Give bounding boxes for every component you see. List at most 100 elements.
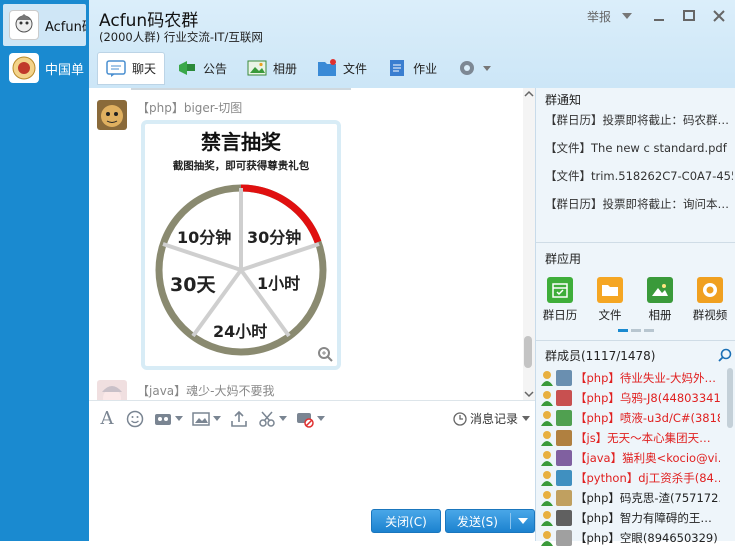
avatar [556, 450, 572, 466]
settings-menu[interactable] [449, 52, 499, 84]
scroll-up-icon[interactable] [524, 88, 534, 102]
zoom-icon[interactable] [317, 346, 333, 365]
tab-file[interactable]: 文件 [309, 52, 375, 84]
notice-item[interactable]: 【群日历】投票即将截止：码农群… [545, 112, 733, 128]
tab-homework[interactable]: 作业 [379, 52, 445, 84]
app-video[interactable]: 群视频 [690, 277, 730, 323]
emoji-icon[interactable] [125, 409, 145, 429]
member-item[interactable]: 【java】猫利奥<kocio@vi… [540, 448, 720, 468]
app-album[interactable]: 相册 [640, 277, 680, 323]
chevron-down-icon[interactable] [175, 416, 183, 421]
scroll-thumb[interactable] [524, 336, 532, 368]
chevron-down-icon[interactable] [213, 416, 221, 421]
search-icon[interactable] [718, 348, 732, 365]
lottery-image[interactable]: 禁言抽奖 截图抽奖，即可获得尊贵礼包 10分钟 30分钟 30天 1小时 24小… [141, 120, 341, 370]
avatar [9, 53, 39, 83]
session-item-label: 中国单 [45, 62, 85, 78]
session-item-china[interactable]: 中国单 [3, 47, 86, 89]
member-item[interactable]: 【php】智力有障碍的王… [540, 508, 720, 528]
send-label: 发送(S) [457, 514, 498, 529]
session-item-acfun[interactable]: Acfun码 [3, 4, 86, 46]
avatar[interactable] [97, 100, 127, 130]
notice-item[interactable]: 【文件】trim.518262C7-C0A7-455D-… [545, 168, 733, 184]
send-button[interactable]: 发送(S) [445, 509, 535, 533]
scissors-icon[interactable] [257, 409, 277, 429]
member-item[interactable]: 【php】空眼(894650329) [540, 528, 720, 548]
message-history-button[interactable]: 消息记录 [453, 410, 531, 427]
user-status-icon [540, 370, 554, 386]
tab-label: 作业 [413, 61, 438, 76]
avatar [556, 410, 572, 426]
user-status-icon [540, 450, 554, 466]
tab-chat[interactable]: 聊天 [97, 52, 166, 85]
homework-icon [387, 59, 407, 77]
compose-toolbar: A 消息记录 [89, 400, 535, 436]
members-title: 群成员(1117/1478) [545, 348, 656, 363]
chevron-down-icon[interactable] [518, 518, 528, 524]
notice-item[interactable]: 【文件】The new c standard.pdf [545, 140, 733, 156]
chat-scrollbar[interactable] [523, 88, 535, 400]
member-item[interactable]: 【js】无天～本心集团天… [540, 428, 720, 448]
chevron-down-icon[interactable] [317, 416, 325, 421]
clock-icon [453, 411, 467, 426]
app-files[interactable]: 文件 [590, 277, 630, 323]
close-icon[interactable] [709, 6, 729, 26]
gif-icon[interactable] [153, 409, 173, 429]
folder-icon [597, 277, 623, 303]
message-sender[interactable]: 【php】biger-切图 [137, 99, 242, 116]
lottery-segment: 30分钟 [247, 228, 302, 247]
chevron-down-icon[interactable] [279, 416, 287, 421]
member-name: 【php】码克思-渣(757172… [575, 491, 720, 505]
member-name: 【python】dj工资杀手(84… [575, 471, 720, 485]
divider [536, 340, 735, 341]
user-status-icon [540, 410, 554, 426]
member-name: 【js】无天～本心集团天… [575, 431, 711, 445]
avatar[interactable] [97, 380, 127, 400]
chat-header: Acfun码农群 (2000人群) 行业交流-IT/互联网 举报 聊天 公告 相… [89, 0, 735, 88]
font-icon[interactable]: A [97, 408, 117, 429]
maximize-icon[interactable] [679, 6, 699, 26]
avatar [556, 490, 572, 506]
group-subtitle: (2000人群) 行业交流-IT/互联网 [99, 30, 263, 44]
tab-album[interactable]: 相册 [239, 52, 305, 84]
lottery-segment: 24小时 [213, 322, 268, 341]
tab-announcement[interactable]: 公告 [169, 52, 235, 84]
member-item[interactable]: 【php】喷液-u3d/C#(3818… [540, 408, 720, 428]
member-scrollbar[interactable] [726, 368, 734, 541]
chat-messages: 【php】biger-切图 禁言抽奖 截图抽奖，即可获得尊贵礼包 10分钟 30… [89, 88, 535, 400]
tab-label: 聊天 [132, 62, 157, 76]
member-item[interactable]: 【python】dj工资杀手(84… [540, 468, 720, 488]
member-name: 【php】空眼(894650329) [575, 531, 718, 545]
app-calendar[interactable]: 群日历 [540, 277, 580, 323]
message-sender[interactable]: 【java】魂少-大妈不要我 [137, 382, 274, 399]
apps-title: 群应用 [545, 251, 582, 266]
upload-icon[interactable] [229, 409, 249, 429]
apps-pager[interactable] [618, 329, 654, 332]
chevron-down-icon[interactable] [619, 6, 635, 26]
member-item[interactable]: 【php】待业失业-大妈外… [540, 368, 720, 388]
close-button[interactable]: 关闭(C) [371, 509, 441, 533]
message-input[interactable]: 关闭(C) 发送(S) [89, 436, 535, 541]
user-status-icon [540, 530, 554, 546]
lottery-segment: 30天 [170, 274, 216, 296]
scroll-thumb[interactable] [727, 368, 733, 428]
image-icon[interactable] [191, 409, 211, 429]
member-item[interactable]: 【php】乌鸦-J8(448033411) [540, 388, 720, 408]
member-name: 【php】乌鸦-J8(448033411) [575, 391, 720, 405]
lottery-subtitle: 截图抽奖，即可获得尊贵礼包 [172, 160, 310, 172]
message-divider [131, 88, 351, 90]
session-sidebar: Acfun码 中国单 [0, 0, 89, 541]
video-icon [697, 277, 723, 303]
notice-item[interactable]: 【群日历】投票即将截止：询问本… [545, 196, 733, 212]
lottery-segment: 1小时 [257, 274, 301, 293]
report-button[interactable]: 举报 [585, 6, 613, 26]
minimize-icon[interactable] [649, 6, 669, 26]
chat-icon [106, 59, 126, 78]
album-icon [247, 59, 267, 77]
block-message-icon[interactable] [295, 409, 315, 429]
session-item-label: Acfun码 [45, 19, 86, 35]
chevron-down-icon [522, 416, 531, 421]
tab-label: 相册 [273, 61, 298, 76]
user-status-icon [540, 430, 554, 446]
member-item[interactable]: 【php】码克思-渣(757172… [540, 488, 720, 508]
